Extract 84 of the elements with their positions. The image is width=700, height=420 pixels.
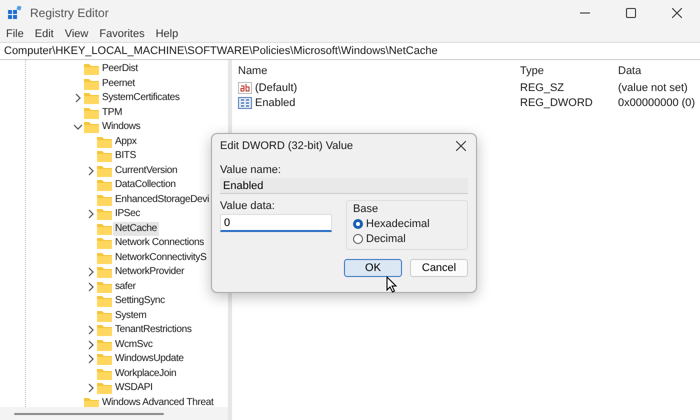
folder-icon [97,324,112,336]
registry-icon [8,6,22,20]
close-button[interactable] [454,139,468,153]
folder-icon [97,266,112,278]
binary-value-icon [238,96,252,108]
tree-item[interactable]: CurrentVersion [113,164,180,178]
tree-item[interactable]: TenantRestrictions [113,323,194,338]
folder-icon [84,78,99,90]
folder-icon [84,92,99,104]
dialog-button[interactable]: OK [344,259,402,277]
radio-label[interactable]: Hexadecimal [366,218,430,230]
folder-icon [97,382,112,394]
value-name: (Default) [255,82,298,94]
menu-item[interactable]: File [2,28,28,40]
value-name-field[interactable]: Enabled [220,178,468,194]
radio-button[interactable] [353,219,363,229]
folder-icon [97,280,112,293]
tree-item[interactable]: WSDAPI [113,381,155,396]
folder-icon [97,252,112,264]
tree-item[interactable]: Windows Advanced Threat [100,396,216,407]
folder-icon [97,237,112,250]
tree-item[interactable]: SettingSync [113,294,167,308]
dialog-title: Edit DWORD (32-bit) Value [220,140,354,152]
folder-icon [97,222,112,235]
folder-icon [97,136,112,148]
tree-item[interactable]: WcmSvc [113,338,155,352]
tree-item[interactable]: NetworkProvider [113,265,186,280]
tree-item[interactable]: Windows [100,120,142,134]
menu-item[interactable]: Edit [30,28,58,40]
tree-item[interactable]: NetworkConnectivityS [113,250,208,265]
folder-icon [97,208,112,220]
folder-icon [97,368,112,380]
window-title: Registry Editor [30,6,109,20]
column-header[interactable]: Name [238,60,520,80]
column-header[interactable]: Type [520,60,618,80]
tree-item[interactable]: WorkplaceJoin [113,366,178,381]
folder-icon [97,338,112,351]
tree-item[interactable]: System [113,308,148,323]
tree-item[interactable]: TPM [100,106,124,120]
tree-item[interactable]: SystemCertificates [100,91,182,106]
field-label: Value data: [220,200,276,212]
folder-icon [84,121,99,134]
radio-label[interactable]: Decimal [366,233,406,245]
folder-icon [97,310,112,322]
column-header[interactable]: Data [618,60,700,80]
table-cell-text: REG_SZ [520,80,566,95]
tree-item[interactable]: NetCache [113,222,159,236]
close-icon [456,141,466,151]
value-name: Enabled [255,96,296,108]
table-cell-text: 0x00000000 (0) [618,96,696,110]
table-cell-text: REG_DWORD [520,96,594,110]
tree-item[interactable]: DataCollection [113,178,178,192]
folder-icon [84,63,99,76]
folder-icon [97,194,112,206]
maximize-icon [626,8,636,18]
string-value-icon [238,82,252,94]
menu-item[interactable]: Favorites [95,28,149,40]
menu-item[interactable]: Help [152,28,182,40]
tree-item[interactable]: EnhancedStorageDevi [113,192,211,207]
tree-item[interactable]: safer [113,280,138,294]
folder-icon [84,106,99,119]
folder-icon [97,179,112,192]
tree-item[interactable]: Appx [113,134,139,149]
field-label: Value name: [220,164,282,176]
table-cell-text: (value not set) [618,80,689,95]
scrollbar-thumb[interactable] [14,412,164,414]
close-icon [672,8,682,18]
menu-item[interactable]: View [60,28,92,40]
folder-icon [97,353,112,366]
address-bar[interactable]: Computer\HKEY_LOCAL_MACHINE\SOFTWARE\Policies\Microsoft\Windows\NetCache [0,42,700,60]
tree-item[interactable]: Peernet [100,76,137,91]
tree-item[interactable]: PeerDist [100,62,140,76]
tree-item[interactable]: Network Connections [113,236,206,250]
dialog-button[interactable]: Cancel [410,259,468,277]
value-data-field[interactable]: 0 [220,214,332,232]
tree-item[interactable]: BITS [113,149,138,164]
mouse-pointer-icon [386,276,397,293]
folder-icon [97,164,112,177]
radio-button[interactable] [353,234,363,244]
folder-icon [97,295,112,308]
tree-item[interactable]: WindowsUpdate [113,352,186,366]
folder-icon [97,150,112,162]
group-label: Base [353,203,380,215]
tree-item[interactable]: IPSec [113,207,142,222]
